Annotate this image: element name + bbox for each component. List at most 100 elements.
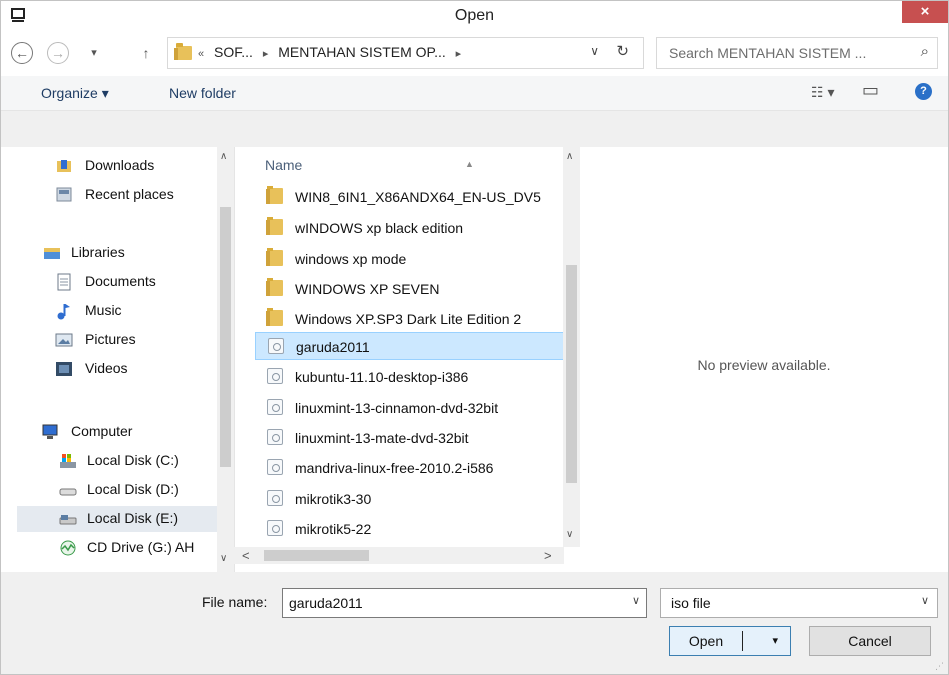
new-folder-button[interactable]: New folder (169, 85, 236, 101)
folder-icon (266, 248, 283, 266)
scroll-up-icon[interactable]: ∧ (566, 151, 573, 162)
file-name: kubuntu-11.10-desktop-i386 (295, 369, 469, 385)
file-list-vertical-scrollbar[interactable]: ∧ ∨ (563, 147, 580, 547)
scrollbar-thumb[interactable] (220, 207, 231, 467)
libraries-icon (44, 248, 60, 259)
scrollbar-thumb[interactable] (264, 550, 369, 561)
recent-places-icon (56, 187, 72, 202)
sidebar-item-pictures[interactable]: Pictures (1, 327, 219, 353)
up-button[interactable]: ↑ (137, 41, 155, 65)
column-header-name[interactable]: Name ▲ (265, 157, 474, 173)
view-options-icon[interactable]: ☷ ▾ (811, 84, 834, 101)
sidebar-item-recent-places[interactable]: Recent places (1, 182, 219, 208)
address-dropdown-icon[interactable]: ∨ (590, 44, 599, 58)
downloads-icon (57, 160, 71, 172)
scroll-up-icon[interactable]: ∧ (220, 151, 227, 162)
sidebar-item-local-disk-d[interactable]: Local Disk (D:) (1, 477, 219, 503)
column-header-label: Name (265, 157, 303, 173)
back-button[interactable]: ← (11, 42, 33, 64)
list-item[interactable]: linuxmint-13-mate-dvd-32bit (255, 424, 565, 452)
dialog-title: Open (454, 7, 495, 24)
search-input[interactable]: Search MENTAHAN SISTEM ... ⌕ (656, 37, 938, 69)
folder-icon (266, 186, 283, 204)
scroll-left-icon[interactable]: < (242, 548, 250, 563)
list-item[interactable]: WIN8_6IN1_X86ANDX64_EN-US_DV5 (255, 183, 565, 211)
iso-file-icon (267, 490, 283, 506)
system-drive-icon (60, 454, 76, 468)
list-item[interactable]: kubuntu-11.10-desktop-i386 (255, 363, 565, 391)
open-dialog: Open × ← → ▾ ↑ « SOF... ▸ MENTAHAN SISTE… (0, 0, 949, 675)
resize-grip-icon[interactable]: ⋰ (935, 661, 944, 672)
file-name-input[interactable]: garuda2011 ∨ (282, 588, 647, 618)
navigation-pane: Downloads Recent places Libraries Docume… (1, 147, 234, 572)
list-item[interactable]: mikrotik3-30 (255, 485, 565, 513)
search-placeholder: Search MENTAHAN SISTEM ... (669, 45, 867, 61)
preview-message: No preview available. (697, 357, 831, 373)
file-name: Windows XP.SP3 Dark Lite Edition 2 (295, 311, 522, 327)
breadcrumb-item-mentahan[interactable]: MENTAHAN SISTEM OP... (278, 44, 446, 60)
sidebar-item-label: Recent places (85, 186, 174, 202)
file-name: mikrotik3-30 (295, 491, 372, 507)
list-item[interactable]: mandriva-linux-free-2010.2-i586 (255, 454, 565, 482)
breadcrumb: « SOF... ▸ MENTAHAN SISTEM OP... ▸ (198, 44, 467, 60)
computer-icon (42, 424, 58, 439)
search-icon[interactable]: ⌕ (921, 43, 929, 60)
navigation-scrollbar[interactable]: ∧ ∨ (217, 147, 234, 572)
breadcrumb-item-sof[interactable]: SOF... (214, 44, 253, 60)
sidebar-item-local-disk-c[interactable]: Local Disk (C:) (1, 448, 219, 474)
scroll-down-icon[interactable]: ∨ (220, 553, 227, 564)
chevron-down-icon[interactable]: ▾ (772, 627, 778, 655)
sidebar-item-libraries[interactable]: Libraries (1, 240, 219, 266)
open-button[interactable]: Open ▾ (669, 626, 791, 656)
list-item-selected[interactable]: garuda2011 (255, 332, 565, 360)
iso-file-icon (267, 399, 283, 415)
list-item[interactable]: mikrotik5-22 (255, 515, 565, 543)
list-item[interactable]: WINDOWS XP SEVEN (255, 275, 565, 303)
scroll-down-icon[interactable]: ∨ (566, 529, 573, 540)
chevron-down-icon[interactable]: ∨ (921, 594, 929, 607)
list-item[interactable]: Windows XP.SP3 Dark Lite Edition 2 (255, 305, 565, 333)
sidebar-item-label: Local Disk (E:) (87, 510, 179, 526)
sidebar-item-downloads[interactable]: Downloads (1, 153, 219, 179)
file-type-select[interactable]: iso file ∨ (660, 588, 938, 618)
sidebar-item-label: Local Disk (C:) (87, 452, 179, 468)
file-name-label: File name: (202, 594, 268, 610)
preview-pane-icon[interactable]: ▭ (862, 80, 879, 101)
file-list-horizontal-scrollbar[interactable]: < > (234, 547, 564, 564)
file-name: WIN8_6IN1_X86ANDX64_EN-US_DV5 (295, 189, 541, 205)
music-icon (57, 304, 70, 320)
help-icon[interactable]: ? (915, 83, 932, 100)
address-row: ← → ▾ ↑ « SOF... ▸ MENTAHAN SISTEM OP...… (1, 31, 948, 76)
forward-button[interactable]: → (47, 42, 69, 64)
sidebar-item-music[interactable]: Music (1, 298, 219, 324)
refresh-icon[interactable]: ↻ (616, 42, 629, 60)
sidebar-item-label: Local Disk (D:) (87, 481, 179, 497)
list-item[interactable]: linuxmint-13-cinnamon-dvd-32bit (255, 394, 565, 422)
cancel-button[interactable]: Cancel (809, 626, 931, 656)
recent-locations-button[interactable]: ▾ (87, 41, 101, 65)
file-name: wINDOWS xp black edition (295, 220, 464, 236)
sidebar-item-computer[interactable]: Computer (1, 419, 219, 445)
breadcrumb-overflow[interactable]: « (198, 48, 204, 60)
preview-pane: No preview available. (580, 147, 948, 572)
sidebar-item-local-disk-e[interactable]: Local Disk (E:) (17, 506, 217, 532)
file-name: linuxmint-13-mate-dvd-32bit (295, 430, 469, 446)
breadcrumb-separator[interactable]: ▸ (263, 48, 269, 60)
scroll-right-icon[interactable]: > (544, 548, 552, 563)
sidebar-item-videos[interactable]: Videos (1, 356, 219, 382)
close-button[interactable]: × (902, 1, 948, 23)
folder-icon (174, 43, 192, 60)
scrollbar-thumb[interactable] (566, 265, 577, 483)
address-bar[interactable]: « SOF... ▸ MENTAHAN SISTEM OP... ▸ ∨ ↻ (167, 37, 644, 69)
list-item[interactable]: wINDOWS xp black edition (255, 214, 565, 242)
iso-file-icon (268, 338, 284, 354)
list-item[interactable]: windows xp mode (255, 245, 565, 273)
breadcrumb-separator[interactable]: ▸ (456, 48, 462, 60)
file-name: WINDOWS XP SEVEN (295, 281, 440, 297)
sidebar-item-documents[interactable]: Documents (1, 269, 219, 295)
file-name: mikrotik5-22 (295, 521, 372, 537)
organize-button[interactable]: Organize ▾ (41, 85, 109, 102)
split-divider (742, 631, 743, 651)
chevron-down-icon[interactable]: ∨ (632, 594, 640, 607)
sidebar-item-cd-drive-g[interactable]: CD Drive (G:) AH (1, 535, 219, 561)
